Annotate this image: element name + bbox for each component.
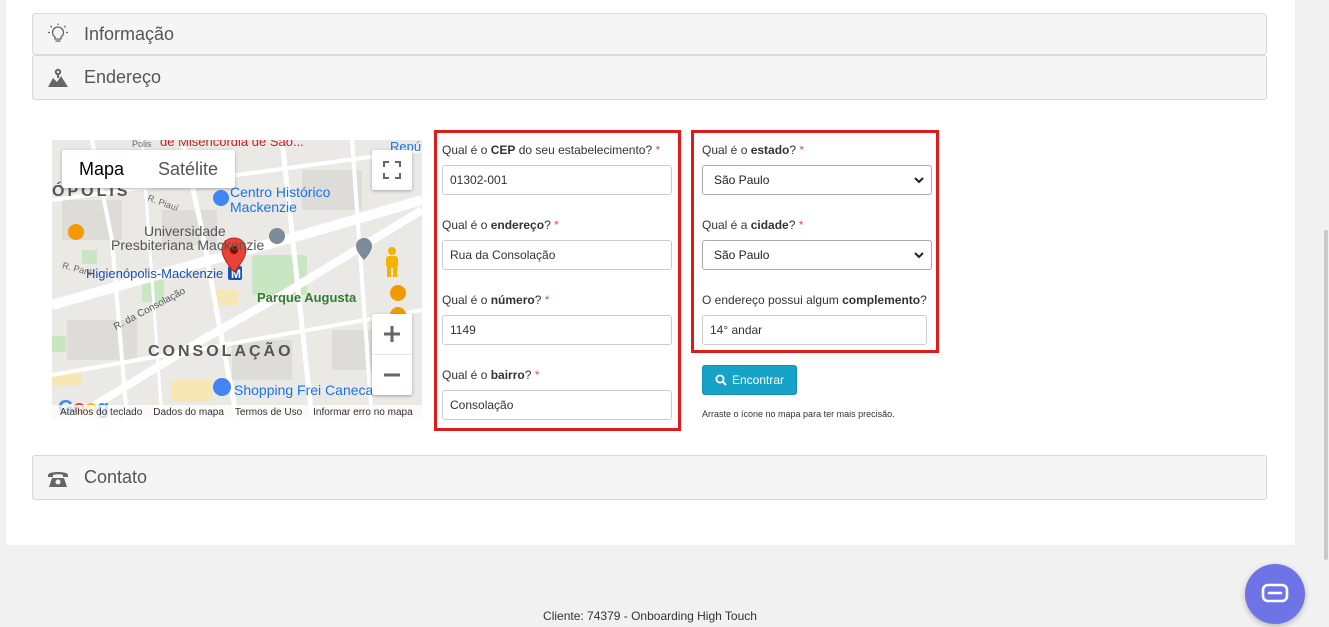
- map-label: Presbiteriana Mackenzie: [111, 237, 265, 253]
- bairro-input[interactable]: Consolação: [442, 390, 672, 420]
- phone-icon: [46, 466, 70, 490]
- chat-icon: [1261, 583, 1289, 603]
- google-map[interactable]: M G o o g de Misericórdia de São... Repú…: [52, 140, 422, 419]
- map-label: Parque Augusta: [257, 290, 357, 305]
- panel-title: Endereço: [84, 67, 162, 87]
- estado-select[interactable]: São Paulo: [702, 165, 932, 195]
- numero-label: Qual é o número? *: [442, 293, 550, 307]
- map-type-satellite-button[interactable]: Satélite: [141, 150, 235, 188]
- map-type-control: Mapa Satélite: [62, 150, 236, 188]
- scrollbar-thumb[interactable]: [1324, 230, 1328, 560]
- fullscreen-icon: [383, 161, 401, 179]
- zoom-control: [372, 314, 412, 395]
- plus-icon: [384, 326, 400, 342]
- map-label: de Misericórdia de São...: [160, 140, 304, 149]
- search-icon: [715, 374, 727, 386]
- street-view-pegman[interactable]: [372, 242, 412, 282]
- complemento-label: O endereço possui algum complemento?: [702, 293, 927, 307]
- pegman-icon: [386, 247, 398, 277]
- fullscreen-button[interactable]: [372, 150, 412, 190]
- panel-contato[interactable]: Contato: [32, 455, 1267, 500]
- map-label: Shopping Frei Caneca: [234, 382, 374, 398]
- endereco-label: Qual é o endereço? *: [442, 218, 559, 232]
- bairro-label: Qual é o bairro? *: [442, 368, 540, 382]
- numero-input[interactable]: 1149: [442, 315, 672, 345]
- zoom-out-button[interactable]: [372, 355, 412, 395]
- cidade-label: Qual é a cidade? *: [702, 218, 804, 232]
- map-label: Polis: [132, 140, 152, 149]
- estado-selected-value: São Paulo: [714, 173, 770, 187]
- minus-icon: [384, 373, 400, 377]
- map-label: Mackenzie: [230, 199, 297, 215]
- cidade-select[interactable]: São Paulo: [702, 240, 932, 270]
- map-icon: [46, 66, 70, 90]
- map-data-link[interactable]: Dados do mapa: [153, 407, 224, 418]
- endereco-input[interactable]: Rua da Consolação: [442, 240, 672, 270]
- panel-title: Informação: [84, 23, 175, 44]
- map-label: Higienópolis-Mackenzie: [86, 266, 224, 281]
- find-button-label: Encontrar: [731, 373, 785, 387]
- map-hint-text: Arraste o ícone no mapa para ter mais pr…: [702, 409, 895, 419]
- zoom-in-button[interactable]: [372, 314, 412, 355]
- find-button[interactable]: Encontrar: [702, 365, 797, 395]
- complemento-input[interactable]: 14° andar: [702, 315, 927, 345]
- map-type-map-button[interactable]: Mapa: [62, 150, 141, 188]
- map-label: Centro Histórico: [230, 184, 331, 200]
- chevron-down-icon: [914, 177, 924, 184]
- estado-label: Qual é o estado? *: [702, 143, 805, 157]
- chevron-down-icon: [914, 252, 924, 259]
- footer-client-info: Cliente: 74379 - Onboarding High Touch: [543, 609, 757, 623]
- cep-label: Qual é o CEP do seu estabelecimento? *: [442, 143, 661, 157]
- panel-endereco[interactable]: Endereço: [32, 55, 1267, 100]
- panel-title: Contato: [84, 467, 148, 487]
- cidade-selected-value: São Paulo: [714, 248, 770, 262]
- map-footer: Atalhos do teclado Dados do mapa Termos …: [52, 405, 422, 419]
- panel-informacao[interactable]: Informação: [32, 13, 1267, 55]
- report-error-link[interactable]: Informar erro no mapa: [313, 407, 413, 418]
- terms-link[interactable]: Termos de Uso: [235, 407, 302, 418]
- cep-input[interactable]: 01302-001: [442, 165, 672, 195]
- map-label: CONSOLAÇÃO: [148, 343, 294, 360]
- chat-widget-button[interactable]: [1245, 564, 1305, 624]
- keyboard-shortcuts-link[interactable]: Atalhos do teclado: [60, 407, 142, 418]
- lightbulb-icon: [46, 22, 70, 46]
